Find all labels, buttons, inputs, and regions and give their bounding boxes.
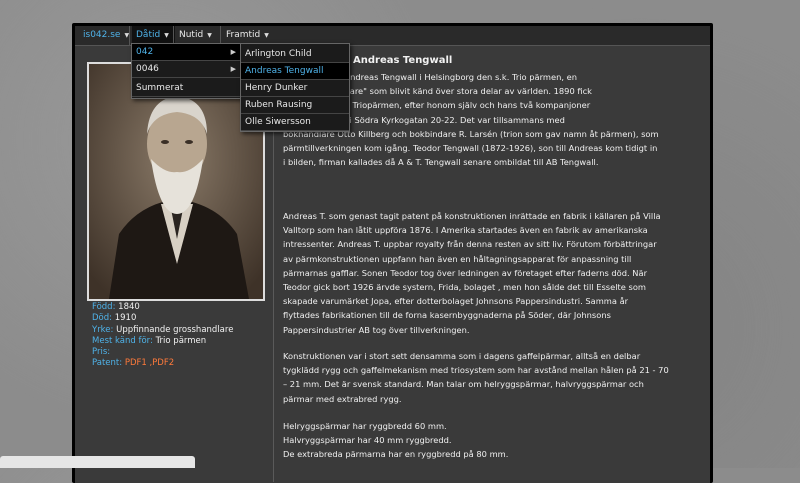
fact-value: 1840: [118, 302, 140, 312]
bottom-tab[interactable]: [0, 456, 195, 468]
submenu-item-henry-dunker[interactable]: Henry Dunker: [241, 80, 349, 97]
article-title: Andreas Tengwall: [353, 55, 453, 66]
dropdown-item-summerat[interactable]: Summerat: [132, 80, 242, 97]
submenu-item-andreas-tengwall[interactable]: Andreas Tengwall: [241, 63, 349, 80]
datid-dropdown: 042 ▶ 0046 ▶ Summerat: [131, 43, 243, 99]
chevron-right-icon: ▶: [230, 65, 236, 73]
dropdown-item-label: 0046: [136, 64, 159, 74]
chevron-down-icon: ▼: [207, 32, 212, 39]
fact-value: Uppfinnande grosshandlare: [116, 324, 234, 335]
042-submenu: Arlington Child Andreas Tengwall Henry D…: [240, 43, 350, 132]
chevron-down-icon: ▼: [264, 32, 269, 39]
facts-list: Född: 1840 Död: 1910 Yrke: Uppfinnande g…: [92, 302, 233, 370]
fact-patent: Patent: PDF1 ,PDF2: [92, 358, 233, 369]
article-paragraph: Konstruktionen var i stort sett densamma…: [283, 351, 669, 404]
dropdown-item-label: Summerat: [136, 83, 184, 93]
chevron-down-icon: ▼: [164, 32, 169, 39]
article-paragraph: Andreas T. som genast tagit patent på ko…: [283, 211, 661, 335]
fact-born: Född: 1840: [92, 302, 233, 313]
menu-home[interactable]: is042.se ▼: [79, 26, 136, 45]
dropdown-item-042[interactable]: 042 ▶: [132, 44, 242, 61]
dropdown-item-0046[interactable]: 0046 ▶: [132, 61, 242, 78]
submenu-item-arlington-child[interactable]: Arlington Child: [241, 46, 349, 63]
fact-label: Yrke:: [92, 324, 114, 335]
fact-award: Pris:: [92, 347, 233, 358]
menu-datid-label: Dåtid: [136, 30, 161, 40]
fact-label: Patent:: [92, 358, 123, 369]
fact-label: Född:: [92, 302, 116, 312]
fact-label: Död:: [92, 313, 113, 324]
menu-divider: [129, 26, 130, 45]
submenu-item-ruben-rausing[interactable]: Ruben Rausing: [241, 97, 349, 114]
menu-home-label: is042.se: [83, 30, 121, 40]
fact-died: Död: 1910: [92, 313, 233, 324]
submenu-item-olle-siwersson[interactable]: Olle Siwersson: [241, 114, 349, 131]
fact-label: Pris:: [92, 347, 111, 358]
fact-value: Trio pärmen: [155, 335, 207, 346]
fact-occupation: Yrke: Uppfinnande grosshandlare: [92, 325, 233, 336]
fact-known-for: Mest känd för: Trio pärmen: [92, 336, 233, 347]
menu-framtid-label: Framtid: [226, 30, 261, 40]
chevron-right-icon: ▶: [230, 48, 236, 56]
patent-links[interactable]: PDF1 ,PDF2: [125, 358, 174, 368]
fact-label: Mest känd för:: [92, 335, 153, 346]
article-paragraph: Helryggspärmar har ryggbredd 60 mm. Halv…: [283, 421, 509, 460]
menu-nutid-label: Nutid: [179, 30, 204, 40]
fact-value: 1910: [114, 313, 137, 324]
dropdown-item-label: 042: [136, 47, 154, 57]
